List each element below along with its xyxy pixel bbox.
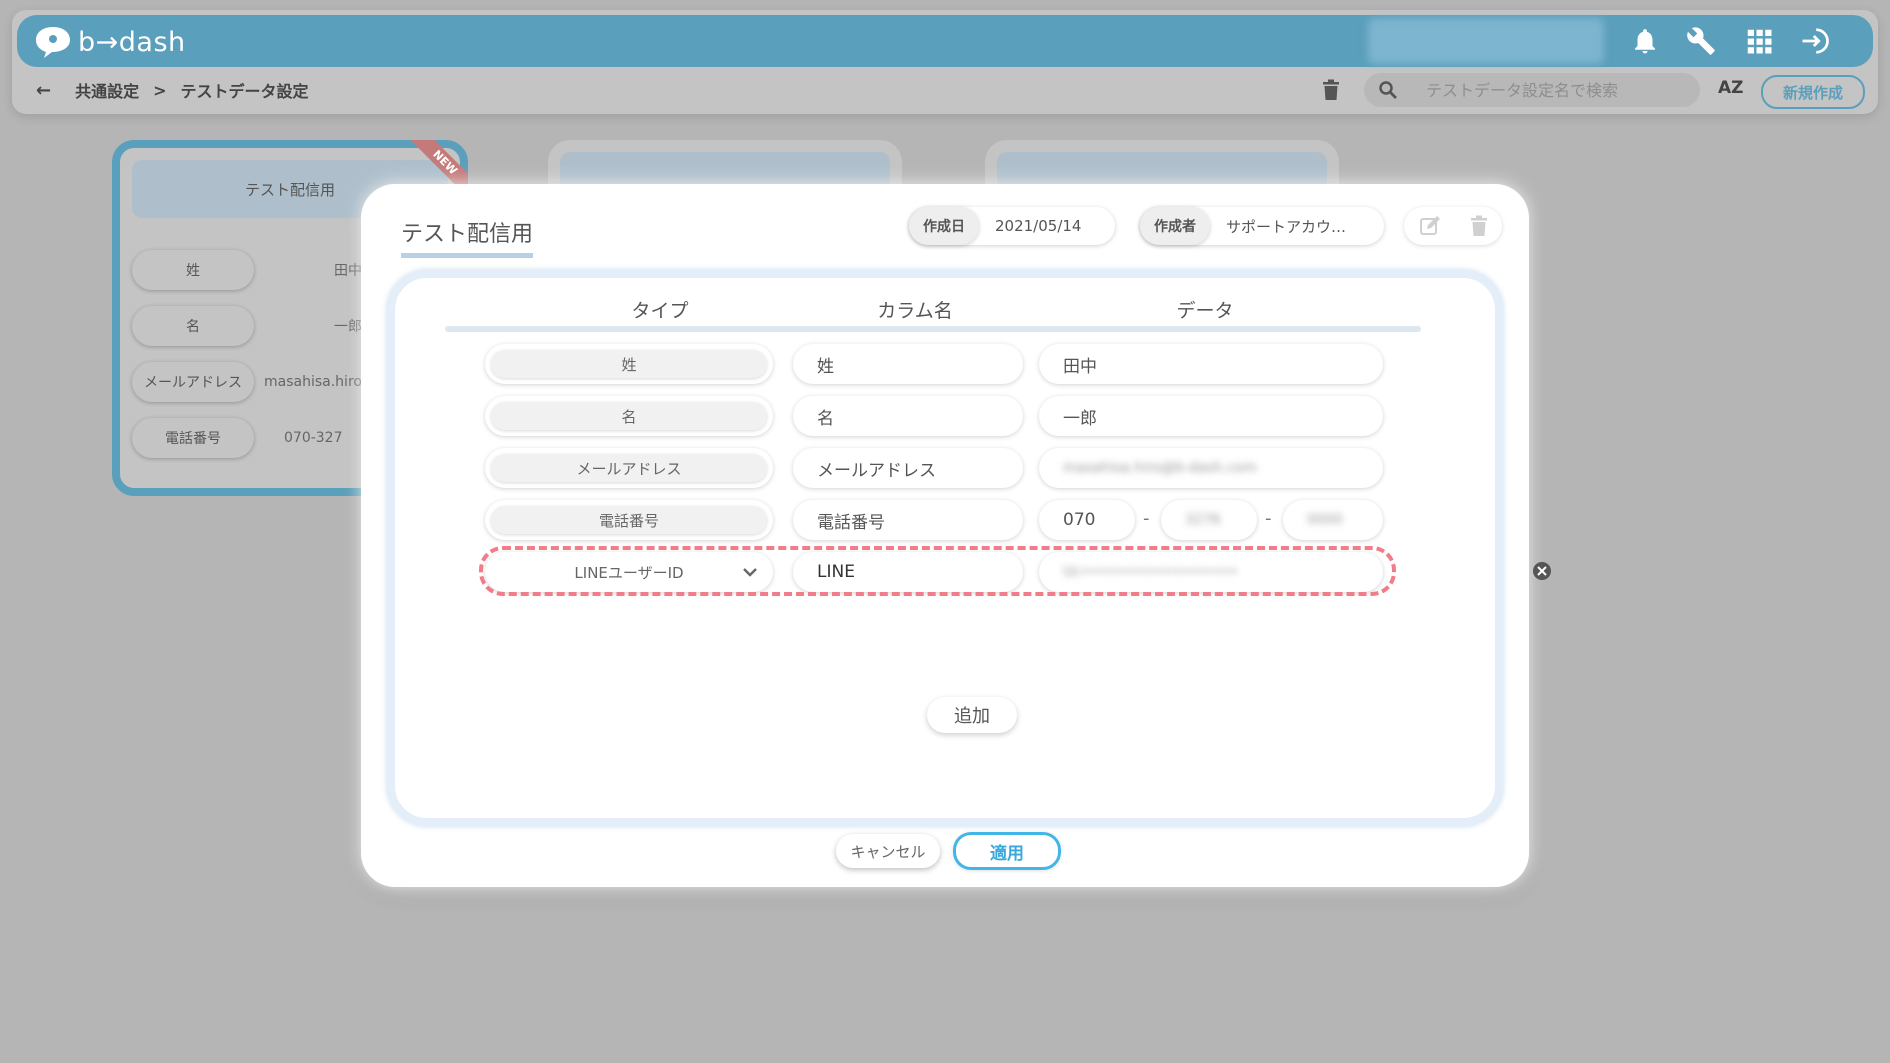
column-header-column-name: カラム名 [877, 300, 953, 322]
modal-actions [1404, 207, 1502, 245]
test-data-table: タイプ カラム名 データ 姓 姓 田中 名 名 一郎 メールアドレス メールアド… [387, 270, 1551, 826]
app-logo[interactable]: b→dash [34, 22, 186, 62]
created-date: 作成日 2021/05/14 [909, 207, 1115, 245]
card-row-label: 姓 [132, 250, 254, 290]
type-selector[interactable]: 名 [485, 396, 773, 436]
phone-separator: - [1143, 508, 1150, 529]
card-row: 名 一郎 [132, 306, 362, 346]
card-row-value: 田中 [334, 263, 362, 279]
phone-part-2-input[interactable]: 3276 [1161, 500, 1257, 540]
phone-part-1-input[interactable]: 070 [1039, 500, 1135, 540]
type-label: 電話番号 [491, 506, 767, 534]
apply-button[interactable]: 適用 [953, 832, 1061, 870]
search-input[interactable] [1424, 79, 1678, 101]
column-name-input[interactable]: メールアドレス [793, 448, 1023, 488]
wrench-icon[interactable] [1686, 26, 1716, 56]
phone-separator: - [1265, 508, 1272, 529]
card-row-label: メールアドレス [132, 362, 254, 402]
test-data-edit-modal: テスト配信用 作成日 2021/05/14 作成者 サポートアカウ… タイプ カ… [361, 184, 1551, 887]
logout-icon[interactable] [1800, 26, 1830, 56]
card-row: 姓 田中 [132, 250, 362, 290]
card-row: 電話番号 070-327 [132, 418, 343, 458]
phone-part-3-blurred: 0000 [1307, 512, 1343, 528]
card-row-value: 070-327 [284, 430, 343, 446]
type-selector[interactable]: 姓 [485, 344, 773, 384]
chat-bubble-logo-icon [36, 27, 70, 58]
trash-icon[interactable] [1322, 79, 1340, 101]
column-header-type: タイプ [631, 300, 689, 322]
card-row-label: 名 [132, 306, 254, 346]
phone-part-3-input[interactable]: 0000 [1283, 500, 1383, 540]
type-label: 名 [491, 402, 767, 430]
created-date-label: 作成日 [909, 207, 979, 245]
back-arrow-icon[interactable]: ← [36, 80, 51, 101]
column-name-input[interactable]: 姓 [793, 344, 1023, 384]
trash-icon[interactable] [1470, 215, 1488, 237]
column-name-input[interactable]: 名 [793, 396, 1023, 436]
new-create-button[interactable]: 新規作成 [1761, 75, 1865, 109]
data-input[interactable]: 一郎 [1039, 396, 1383, 436]
data-input[interactable]: masahisa.hiro@b-dash.com [1039, 448, 1383, 488]
bell-icon[interactable] [1630, 26, 1660, 56]
column-name-input[interactable]: 電話番号 [793, 500, 1023, 540]
highlight-dashed-border [479, 546, 1396, 596]
type-label: メールアドレス [491, 454, 767, 482]
search-icon [1379, 81, 1397, 99]
phone-part-2-blurred: 3276 [1185, 512, 1221, 528]
author: 作成者 サポートアカウ… [1140, 207, 1384, 245]
breadcrumb-current: テストデータ設定 [180, 82, 309, 101]
card-row-value: masahisa.hiro [264, 374, 362, 390]
breadcrumb-separator: > [153, 80, 167, 100]
modal-title: テスト配信用 [401, 216, 534, 258]
edit-icon[interactable] [1419, 215, 1441, 237]
card-row: メールアドレス masahisa.hiro [132, 362, 362, 402]
breadcrumb-parent[interactable]: 共通設定 [75, 78, 139, 102]
logo-text: b→dash [78, 26, 186, 58]
type-label: 姓 [491, 350, 767, 378]
column-header-data: データ [1176, 300, 1234, 322]
header-divider [445, 326, 1421, 332]
remove-row-icon[interactable] [1531, 560, 1553, 582]
cancel-button[interactable]: キャンセル [836, 834, 940, 868]
data-value-blurred: masahisa.hiro@b-dash.com [1063, 460, 1257, 476]
author-value: サポートアカウ… [1226, 217, 1347, 236]
user-info-blurred [1368, 18, 1604, 64]
data-input[interactable]: 田中 [1039, 344, 1383, 384]
type-selector[interactable]: 電話番号 [485, 500, 773, 540]
card-row-value: 一郎 [334, 319, 362, 335]
created-date-value: 2021/05/14 [995, 217, 1082, 235]
search-box [1364, 73, 1700, 107]
author-label: 作成者 [1140, 207, 1210, 245]
type-selector[interactable]: メールアドレス [485, 448, 773, 488]
sort-az-button[interactable]: AZ [1718, 78, 1743, 98]
apps-grid-icon[interactable] [1744, 26, 1774, 56]
card-row-label: 電話番号 [132, 418, 254, 458]
add-row-button[interactable]: 追加 [927, 697, 1017, 733]
breadcrumb: ← 共通設定 > テストデータ設定 [36, 78, 309, 102]
